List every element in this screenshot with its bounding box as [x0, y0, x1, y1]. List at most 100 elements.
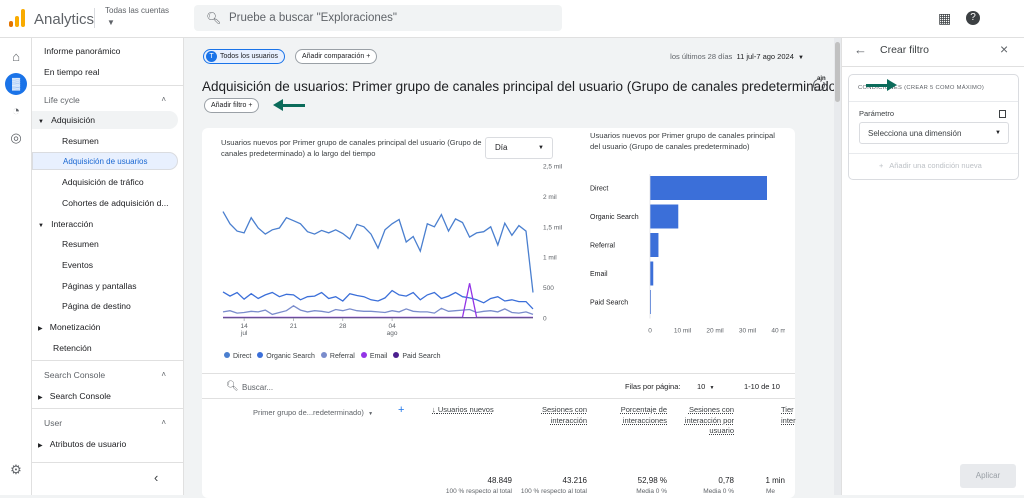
- apps-grid-icon[interactable]: ▦: [938, 10, 951, 27]
- add-dimension-plus-icon[interactable]: +: [398, 404, 404, 416]
- nav-group-label: Interacción: [51, 219, 94, 229]
- caret-down-icon: ▼: [368, 411, 374, 417]
- back-arrow-icon[interactable]: ←: [854, 42, 867, 57]
- advertising-icon[interactable]: ◎: [8, 130, 24, 146]
- column-header[interactable]: Porcentaje de interacciones: [607, 405, 667, 426]
- page-title: Adquisición de usuarios: Primer grupo de…: [202, 79, 841, 94]
- column-total-subtext: Me: [765, 488, 775, 495]
- date-prefix: los últimos 28 días: [670, 52, 733, 61]
- nav-item-cohortes[interactable]: Cohortes de adquisición d...: [32, 194, 178, 212]
- plus-icon: +: [879, 161, 884, 170]
- section-label: User: [44, 418, 63, 428]
- nav-group-search-console[interactable]: ▶ Search Console: [32, 387, 178, 405]
- nav-group-label: Monetización: [49, 322, 101, 332]
- section-search-console[interactable]: Search Console ˄: [32, 366, 178, 384]
- nav-item-paginas[interactable]: Páginas y pantallas: [32, 277, 178, 295]
- series-line-organic-search: [222, 289, 534, 310]
- nav-item-adquisicion-trafico[interactable]: Adquisición de tráfico: [32, 173, 178, 191]
- legend-label: Direct: [233, 353, 252, 360]
- nav-item-pagina-destino[interactable]: Página de destino: [32, 297, 178, 315]
- section-user[interactable]: User ˄: [32, 414, 178, 432]
- add-filter-button[interactable]: Añadir filtro +: [204, 98, 260, 113]
- divider: [202, 398, 795, 399]
- home-icon[interactable]: ⌂: [8, 49, 24, 65]
- nav-item-resumen-interaccion[interactable]: Resumen: [32, 235, 178, 253]
- nav-item-retencion[interactable]: Retención: [32, 339, 178, 357]
- nav-group-atributos[interactable]: ▶ Atributos de usuario: [32, 435, 178, 453]
- divider: [32, 408, 183, 409]
- caret-down-icon: ▼: [538, 145, 544, 151]
- apply-button[interactable]: Aplicar: [960, 464, 1016, 488]
- plus-icon: +: [366, 53, 371, 60]
- close-icon[interactable]: ×: [1000, 41, 1008, 57]
- legend-item[interactable]: Paid Search: [393, 352, 440, 360]
- legend-item[interactable]: Referral: [320, 352, 355, 360]
- column-header[interactable]: Sesiones con interacción: [527, 405, 587, 426]
- legend-swatch: [224, 352, 230, 358]
- column-header[interactable]: Tier inter: [781, 405, 801, 426]
- column-total-subtext: 100 % respecto al total: [445, 488, 512, 495]
- section-label: Search Console: [44, 370, 106, 380]
- bar-chart[interactable]: Direct Organic Search Referral Email Paid Se…: [585, 168, 785, 358]
- create-filter-panel: ← Crear filtro × CONDICIONES (CREAR 5 CO…: [841, 38, 1024, 495]
- delete-icon[interactable]: [999, 110, 1006, 118]
- section-life-cycle[interactable]: Life cycle ˄: [32, 91, 178, 109]
- report-main: T Todos los usuarios Añadir comparación +…: [184, 38, 841, 498]
- chip-label: Todos los usuarios: [220, 53, 278, 60]
- dimension-select[interactable]: Selecciona una dimensión ▼: [859, 122, 1009, 144]
- table-search-input[interactable]: Buscar...: [242, 383, 273, 392]
- help-icon[interactable]: ?: [966, 11, 980, 25]
- nav-group-adquisicion[interactable]: ▼ Adquisición: [32, 111, 178, 129]
- nav-item-resumen[interactable]: Resumen: [32, 132, 178, 150]
- parameter-label: Parámetro: [859, 109, 895, 118]
- add-filter-label: Añadir filtro: [211, 102, 247, 109]
- rows-per-page-select[interactable]: 10 ▼: [697, 382, 714, 391]
- collapse-nav-chevron-icon[interactable]: ‹: [154, 470, 158, 485]
- series-line-referral: [222, 305, 534, 316]
- pagination-range: 1-10 de 10: [744, 382, 780, 391]
- dimension-select-text: Selecciona una dimensión: [868, 129, 962, 138]
- scrollbar-thumb[interactable]: [835, 42, 840, 102]
- line-chart[interactable]: 2,5 mil 2 mil 1,5 mil 1 mil 500 0 14jul 21 28 04a…: [218, 162, 578, 372]
- search-bar[interactable]: 🔍︎ Pruebe a buscar "Exploraciones": [194, 5, 562, 31]
- explore-icon[interactable]: ◔: [8, 103, 24, 119]
- account-dropdown-icon[interactable]: ▼: [107, 18, 115, 27]
- main-scrollbar[interactable]: [834, 38, 841, 495]
- date-range-selector[interactable]: los últimos 28 días 11 jul-7 ago 2024 ▼: [670, 52, 804, 61]
- nav-group-label: Atributos de usuario: [49, 439, 127, 449]
- top-bar: Analytics Todas las cuentas ▼ 🔍︎ Pruebe …: [0, 0, 1024, 38]
- nav-item-eventos[interactable]: Eventos: [32, 256, 178, 274]
- column-total-subtext: Media 0 %: [703, 488, 734, 495]
- dimension-column-header[interactable]: Primer grupo de...redeterminado) ▼: [253, 408, 373, 417]
- granularity-select[interactable]: Día ▼: [485, 137, 553, 159]
- reports-icon[interactable]: ▓: [5, 73, 27, 95]
- account-selector-label[interactable]: Todas las cuentas: [105, 6, 169, 15]
- caret-down-icon: ▼: [995, 130, 1001, 136]
- add-comparison-button[interactable]: Añadir comparación +: [295, 49, 378, 64]
- nav-item-adquisicion-usuarios[interactable]: Adquisición de usuarios: [32, 152, 178, 170]
- divider: [202, 373, 795, 374]
- rows-per-page-label: Filas por página:: [625, 382, 681, 391]
- settings-gear-icon[interactable]: ⚙: [8, 462, 24, 478]
- panel-title: Crear filtro: [880, 44, 930, 56]
- legend-swatch: [393, 352, 400, 358]
- legend-item[interactable]: Email: [360, 352, 387, 360]
- comparison-chip-all-users[interactable]: T Todos los usuarios: [203, 49, 285, 64]
- nav-item-tiempo-real[interactable]: En tiempo real: [32, 63, 178, 81]
- nav-group-monetizacion[interactable]: ▶ Monetización: [32, 318, 178, 336]
- legend-item[interactable]: Organic Search: [257, 352, 315, 360]
- divider: [94, 8, 95, 28]
- caret-right-icon: ▶: [38, 395, 43, 401]
- divider: [842, 66, 1024, 67]
- legend-item[interactable]: Direct: [224, 352, 252, 360]
- divider: [32, 462, 183, 463]
- bar-referral: [650, 233, 659, 257]
- add-condition-label: Añadir una condición nueva: [889, 161, 982, 170]
- column-total: 52,98 %: [637, 476, 667, 485]
- nav-group-interaccion[interactable]: ▼ Interacción: [32, 215, 178, 233]
- column-header[interactable]: ↓ Usuarios nuevos: [432, 405, 494, 416]
- add-condition-button[interactable]: + Añadir una condición nueva: [879, 161, 982, 170]
- rows-per-page-value: 10: [697, 382, 706, 391]
- column-header[interactable]: Sesiones con interacción por usuario: [674, 405, 734, 437]
- nav-item-informe[interactable]: Informe panorámico: [32, 42, 178, 60]
